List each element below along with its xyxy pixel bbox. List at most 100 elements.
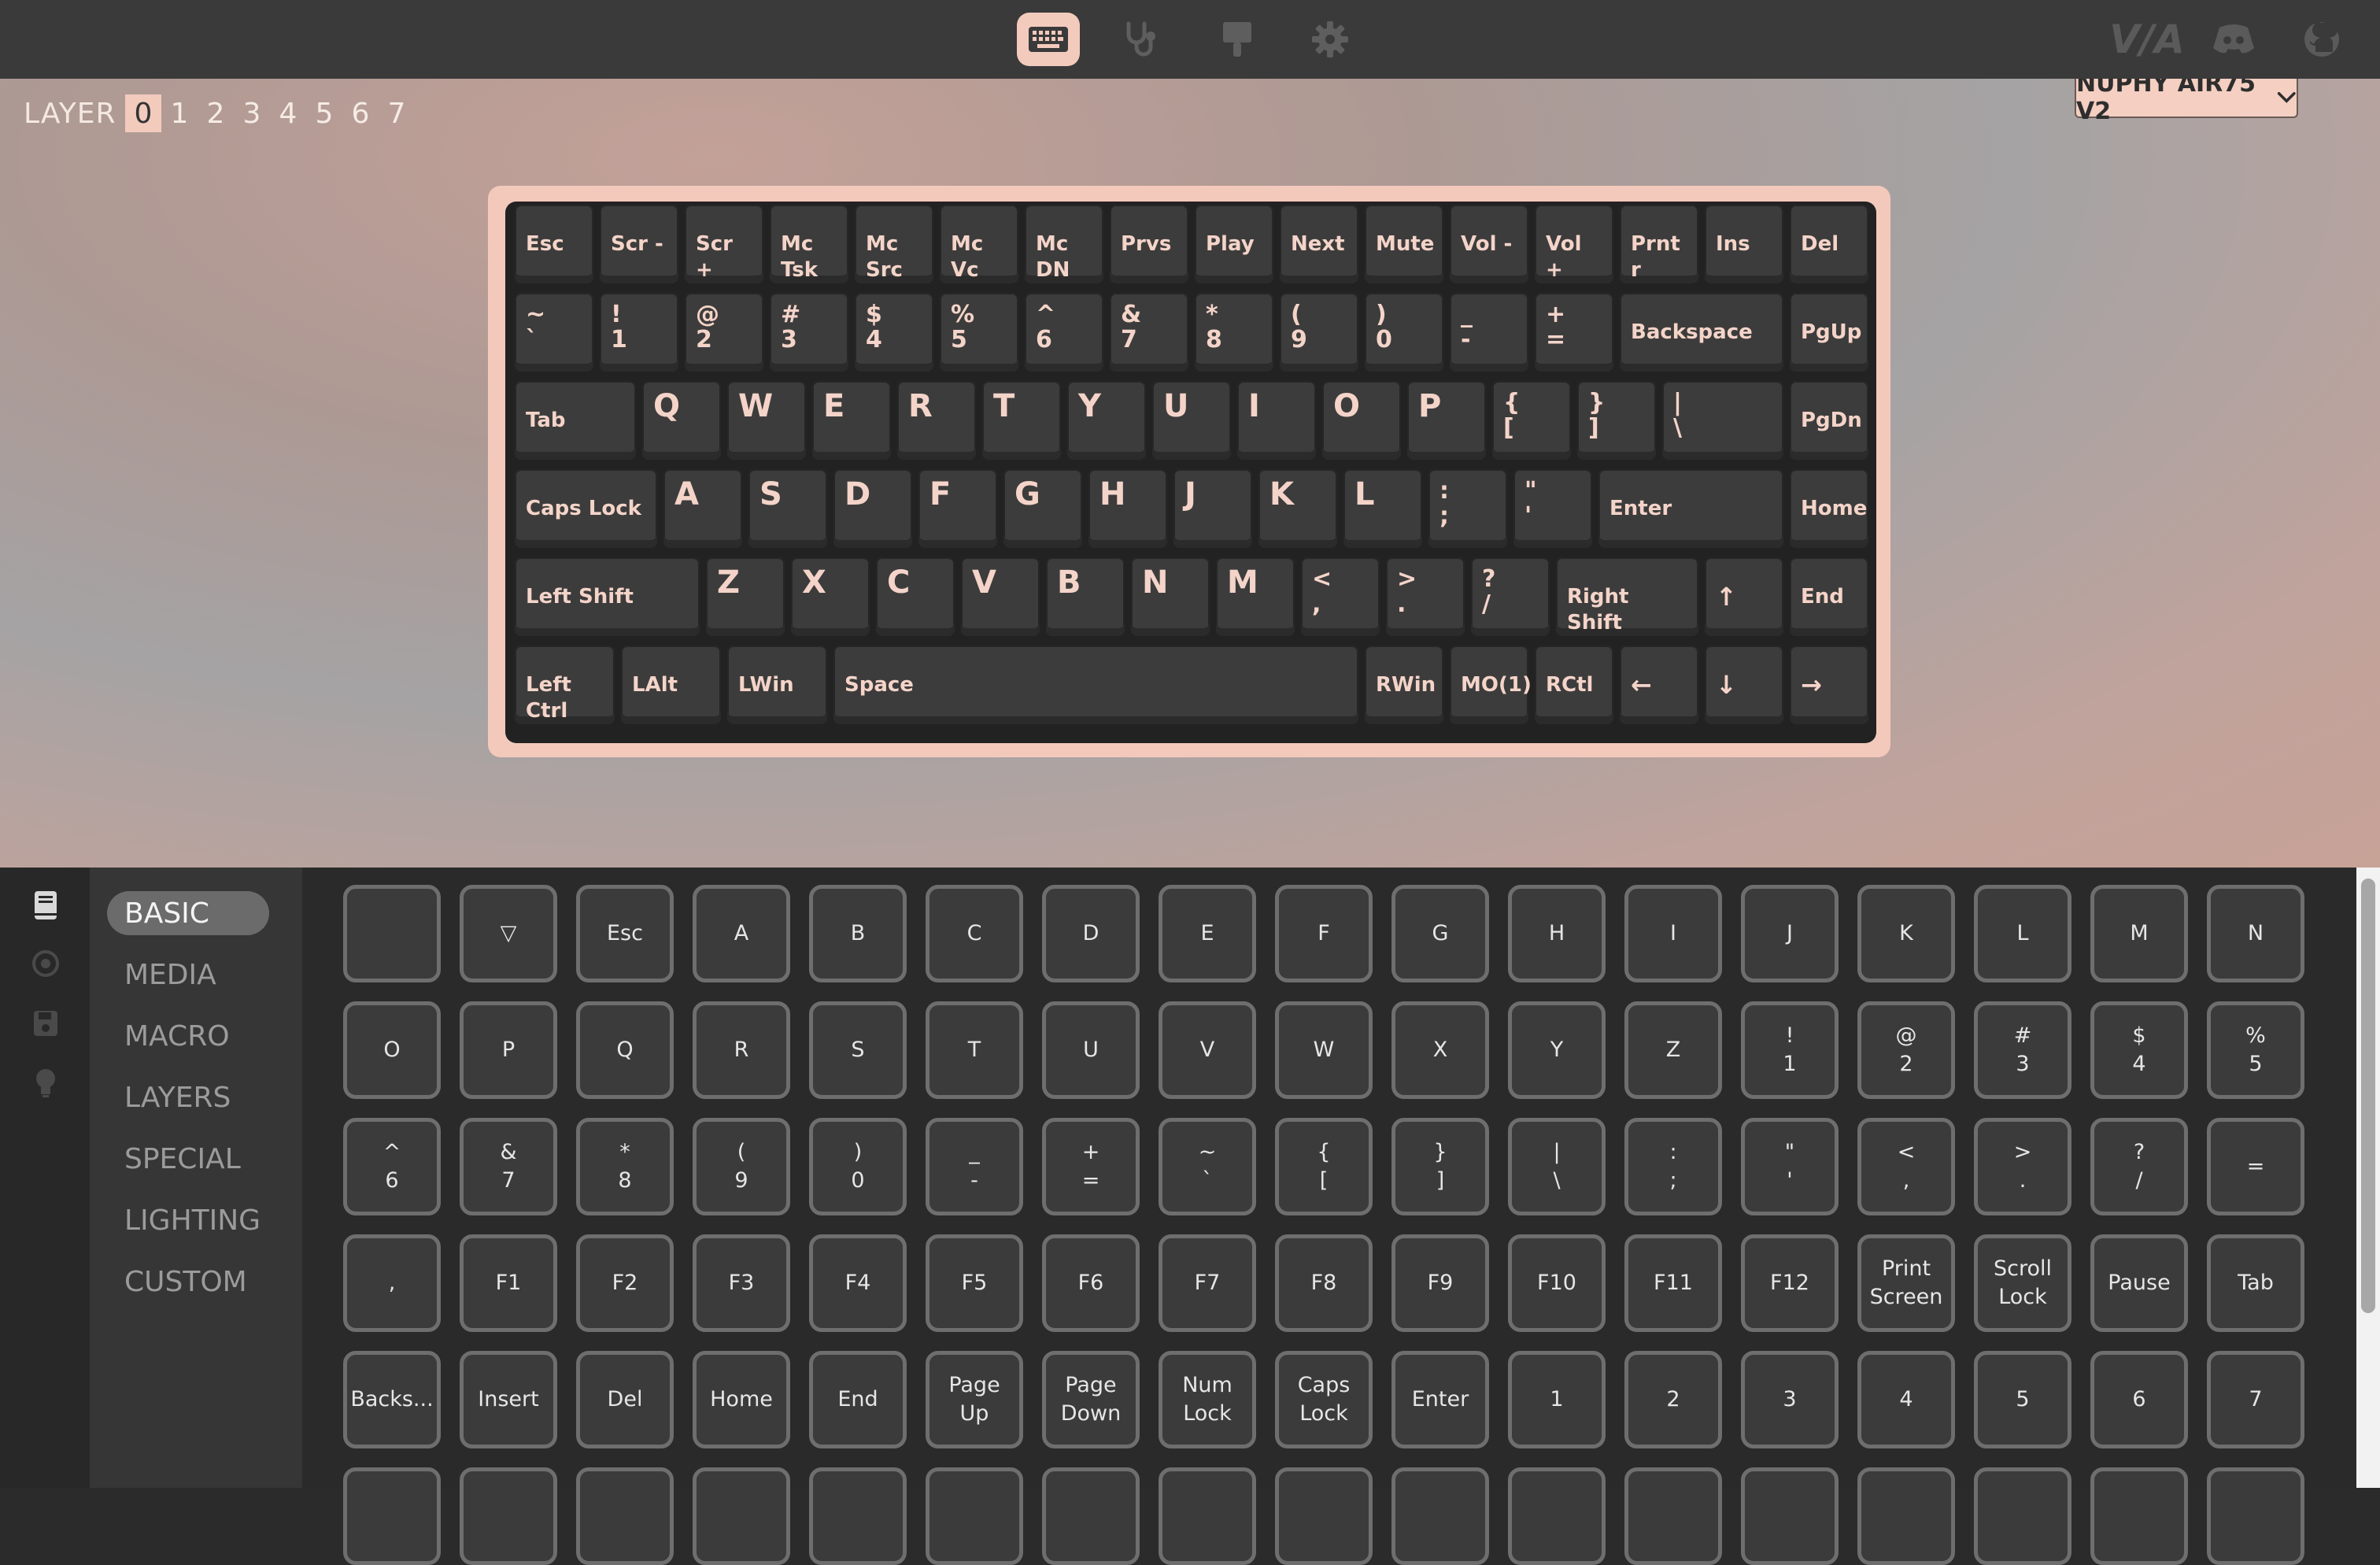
key-rbrace[interactable]: } ] bbox=[1577, 381, 1656, 460]
keycode-m[interactable]: M bbox=[2090, 885, 2188, 982]
key-caps-lock[interactable]: Caps Lock bbox=[515, 469, 657, 548]
keycode-f12[interactable]: F12 bbox=[1741, 1234, 1839, 1332]
keycode-n[interactable]: N bbox=[2207, 885, 2304, 982]
keycode-dollar[interactable]: $ 4 bbox=[2090, 1001, 2188, 1099]
key-n[interactable]: N bbox=[1131, 557, 1210, 636]
keycode-k[interactable]: K bbox=[1857, 885, 1955, 982]
keycode-u[interactable]: U bbox=[1042, 1001, 1140, 1099]
key-q[interactable]: Q bbox=[642, 381, 721, 460]
keycode-blank[interactable] bbox=[693, 1467, 790, 1565]
key-f[interactable]: F bbox=[918, 469, 997, 548]
menu-item-layers[interactable]: LAYERS bbox=[107, 1075, 269, 1119]
key-lt[interactable]: < , bbox=[1301, 557, 1380, 636]
layer-0-button[interactable]: 0 bbox=[125, 94, 162, 132]
keycode-caret[interactable]: ^ 6 bbox=[343, 1118, 441, 1215]
layer-2-button[interactable]: 2 bbox=[198, 94, 234, 132]
keycode-f9[interactable]: F9 bbox=[1391, 1234, 1489, 1332]
key-right-shift[interactable]: Right Shift bbox=[1556, 557, 1698, 636]
key-tab[interactable]: Tab bbox=[515, 381, 636, 460]
github-icon[interactable] bbox=[2298, 13, 2345, 66]
menu-item-custom[interactable]: CUSTOM bbox=[107, 1260, 269, 1304]
key-pgdn[interactable]: PgDn bbox=[1790, 381, 1868, 460]
key-j[interactable]: J bbox=[1173, 469, 1252, 548]
keycode-gt[interactable]: > . bbox=[1974, 1118, 2071, 1215]
key-mc-src[interactable]: Mc Src bbox=[855, 205, 933, 283]
keycode-c[interactable]: C bbox=[926, 885, 1023, 982]
keycode-lt[interactable]: < , bbox=[1857, 1118, 1955, 1215]
keycode-scroll[interactable]: Scroll Lock bbox=[1974, 1234, 2071, 1332]
keycode-y[interactable]: Y bbox=[1508, 1001, 1606, 1099]
keycode-6[interactable]: 6 bbox=[2090, 1351, 2188, 1448]
key-left-shift[interactable]: Left Shift bbox=[515, 557, 700, 636]
keycode-end[interactable]: End bbox=[809, 1351, 907, 1448]
key-underscore[interactable]: _ - bbox=[1450, 293, 1528, 372]
key-lalt[interactable]: LAlt bbox=[621, 646, 721, 724]
key-left-ctrl[interactable]: Left Ctrl bbox=[515, 646, 615, 724]
key-home[interactable]: Home bbox=[1790, 469, 1868, 548]
menu-item-macro[interactable]: MACRO bbox=[107, 1014, 269, 1058]
key-percent[interactable]: % 5 bbox=[940, 293, 1018, 372]
keycode-quote[interactable]: " ' bbox=[1741, 1118, 1839, 1215]
key-lwin[interactable]: LWin bbox=[727, 646, 827, 724]
key-tilde[interactable]: ~ ` bbox=[515, 293, 593, 372]
keyboard-icon[interactable] bbox=[1017, 13, 1080, 66]
keycode-f2[interactable]: F2 bbox=[576, 1234, 674, 1332]
keycode-pipe[interactable]: | \ bbox=[1508, 1118, 1606, 1215]
keycode-percent[interactable]: % 5 bbox=[2207, 1001, 2304, 1099]
key-down[interactable]: ↓ bbox=[1705, 646, 1783, 724]
keycode-amp[interactable]: & 7 bbox=[460, 1118, 557, 1215]
keycode-comma[interactable]: , bbox=[343, 1234, 441, 1332]
paintbrush-icon[interactable] bbox=[1206, 13, 1269, 66]
keycode-f1[interactable]: F1 bbox=[460, 1234, 557, 1332]
key-pgup[interactable]: PgUp bbox=[1790, 293, 1868, 372]
key-prvs[interactable]: Prvs bbox=[1110, 205, 1188, 283]
keycode-colon[interactable]: : ; bbox=[1624, 1118, 1722, 1215]
key-scr[interactable]: Scr + bbox=[685, 205, 763, 283]
keycode-blank[interactable] bbox=[1042, 1467, 1140, 1565]
keycode-pause[interactable]: Pause bbox=[2090, 1234, 2188, 1332]
stethoscope-icon[interactable] bbox=[1110, 13, 1173, 66]
keycode-num[interactable]: Num Lock bbox=[1159, 1351, 1256, 1448]
keycode-blank[interactable] bbox=[1857, 1467, 1955, 1565]
key-pipe[interactable]: | \ bbox=[1662, 381, 1783, 460]
keycode-w[interactable]: W bbox=[1275, 1001, 1373, 1099]
keycode-v[interactable]: V bbox=[1159, 1001, 1256, 1099]
keycode-f4[interactable]: F4 bbox=[809, 1234, 907, 1332]
keycode-a[interactable]: A bbox=[693, 885, 790, 982]
keycode-tab[interactable]: Tab bbox=[2207, 1234, 2304, 1332]
key-at[interactable]: @ 2 bbox=[685, 293, 763, 372]
key-i[interactable]: I bbox=[1237, 381, 1316, 460]
keycode-h[interactable]: H bbox=[1508, 885, 1606, 982]
keycode-enter[interactable]: Enter bbox=[1391, 1351, 1489, 1448]
key-plus[interactable]: + = bbox=[1535, 293, 1613, 372]
key-e[interactable]: E bbox=[812, 381, 891, 460]
keycode-blank[interactable] bbox=[1974, 1467, 2071, 1565]
menu-item-lighting[interactable]: LIGHTING bbox=[107, 1198, 269, 1242]
keycode-blank[interactable] bbox=[1508, 1467, 1606, 1565]
key-t[interactable]: T bbox=[982, 381, 1061, 460]
keycode-insert[interactable]: Insert bbox=[460, 1351, 557, 1448]
key-quote[interactable]: " ' bbox=[1513, 469, 1592, 548]
keycode-star[interactable]: * 8 bbox=[576, 1118, 674, 1215]
key-rparen[interactable]: ) 0 bbox=[1365, 293, 1443, 372]
key-c[interactable]: C bbox=[876, 557, 955, 636]
key-v[interactable]: V bbox=[961, 557, 1040, 636]
keycode-lbrace[interactable]: { [ bbox=[1275, 1118, 1373, 1215]
keycode-hash[interactable]: # 3 bbox=[1974, 1001, 2071, 1099]
keycode-print[interactable]: Print Screen bbox=[1857, 1234, 1955, 1332]
layer-4-button[interactable]: 4 bbox=[270, 94, 306, 132]
keycode-2[interactable]: 2 bbox=[1624, 1351, 1722, 1448]
keycode-t[interactable]: T bbox=[926, 1001, 1023, 1099]
key-mc-vc[interactable]: Mc Vc bbox=[940, 205, 1018, 283]
keycode-r[interactable]: R bbox=[693, 1001, 790, 1099]
key-esc[interactable]: Esc bbox=[515, 205, 593, 283]
keycode-blank[interactable] bbox=[2090, 1467, 2188, 1565]
keycode-s[interactable]: S bbox=[809, 1001, 907, 1099]
keycode-lparen[interactable]: ( 9 bbox=[693, 1118, 790, 1215]
keycode-del[interactable]: Del bbox=[576, 1351, 674, 1448]
menu-item-basic[interactable]: BASIC bbox=[107, 891, 269, 935]
keycode-f10[interactable]: F10 bbox=[1508, 1234, 1606, 1332]
keycode-equals[interactable]: = bbox=[2207, 1118, 2304, 1215]
key-vol[interactable]: Vol - bbox=[1450, 205, 1528, 283]
keycode-3[interactable]: 3 bbox=[1741, 1351, 1839, 1448]
